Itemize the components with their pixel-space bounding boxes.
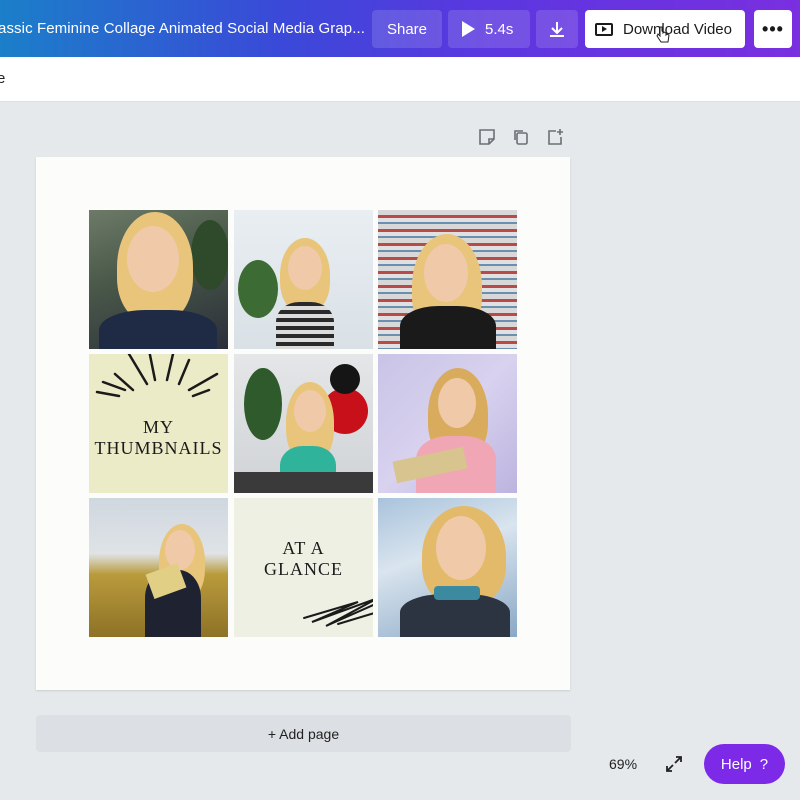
duplicate-icon[interactable] — [512, 128, 530, 146]
hand-cursor-icon — [656, 26, 670, 43]
scribble-decoration — [303, 598, 373, 627]
share-button[interactable]: Share — [372, 10, 442, 48]
scarf — [434, 586, 480, 600]
collage-photo[interactable] — [378, 210, 517, 349]
add-page-button[interactable]: + Add page — [36, 715, 571, 752]
person-face — [436, 516, 486, 580]
my-thumbnails-text: MY THUMBNAILS — [94, 417, 222, 459]
zoom-level[interactable]: 69% — [609, 756, 637, 772]
plant-decoration — [238, 260, 278, 318]
person-face — [424, 244, 468, 302]
plant-decoration — [191, 220, 228, 290]
download-icon — [550, 22, 564, 37]
person-face — [438, 378, 476, 428]
label-line: GLANCE — [264, 558, 343, 579]
more-options-button[interactable]: ••• — [754, 10, 792, 48]
question-icon: ? — [759, 755, 769, 773]
person-shirt — [400, 594, 510, 637]
collage-grid: MY THUMBNAILS AT A GLANCE — [89, 210, 517, 637]
play-icon — [462, 21, 475, 37]
collage-photo[interactable] — [234, 354, 373, 493]
download-button[interactable] — [536, 10, 578, 48]
add-page-icon[interactable] — [546, 128, 564, 146]
note-icon[interactable] — [478, 128, 496, 146]
label-line: MY — [142, 416, 174, 437]
collage-photo[interactable] — [234, 210, 373, 349]
plant-decoration — [244, 368, 282, 440]
at-a-glance-tile[interactable]: AT A GLANCE — [234, 498, 373, 637]
person-shirt — [276, 302, 334, 349]
toolbar-partial-text: e — [0, 70, 6, 87]
page-tools — [478, 128, 564, 146]
label-line: THUMBNAILS — [94, 437, 223, 458]
label-line: AT A — [282, 537, 325, 558]
editor-toolbar: e — [0, 57, 800, 102]
collage-photo[interactable] — [378, 354, 517, 493]
download-video-label: Download Video — [623, 20, 732, 38]
desk — [234, 472, 373, 493]
collage-photo[interactable] — [378, 498, 517, 637]
document-title[interactable]: assic Feminine Collage Animated Social M… — [0, 20, 365, 37]
play-duration: 5.4s — [485, 20, 514, 38]
person-shirt — [400, 306, 496, 349]
video-icon — [595, 22, 613, 36]
help-label: Help — [720, 755, 752, 773]
person-face — [165, 530, 195, 570]
person-face — [288, 246, 322, 290]
fullscreen-icon[interactable] — [664, 754, 684, 774]
person-shirt — [99, 310, 217, 349]
at-a-glance-text: AT A GLANCE — [264, 538, 343, 580]
editor-header: assic Feminine Collage Animated Social M… — [0, 0, 800, 57]
play-preview-button[interactable]: 5.4s — [448, 10, 530, 48]
person-face — [127, 226, 179, 292]
sunburst-decoration — [95, 354, 219, 398]
help-button[interactable]: Help ? — [704, 744, 785, 784]
collage-photo[interactable] — [89, 498, 228, 637]
collage-photo[interactable] — [89, 210, 228, 349]
person-face — [294, 390, 326, 432]
camera-decoration — [330, 364, 360, 394]
my-thumbnails-tile[interactable]: MY THUMBNAILS — [89, 354, 228, 493]
